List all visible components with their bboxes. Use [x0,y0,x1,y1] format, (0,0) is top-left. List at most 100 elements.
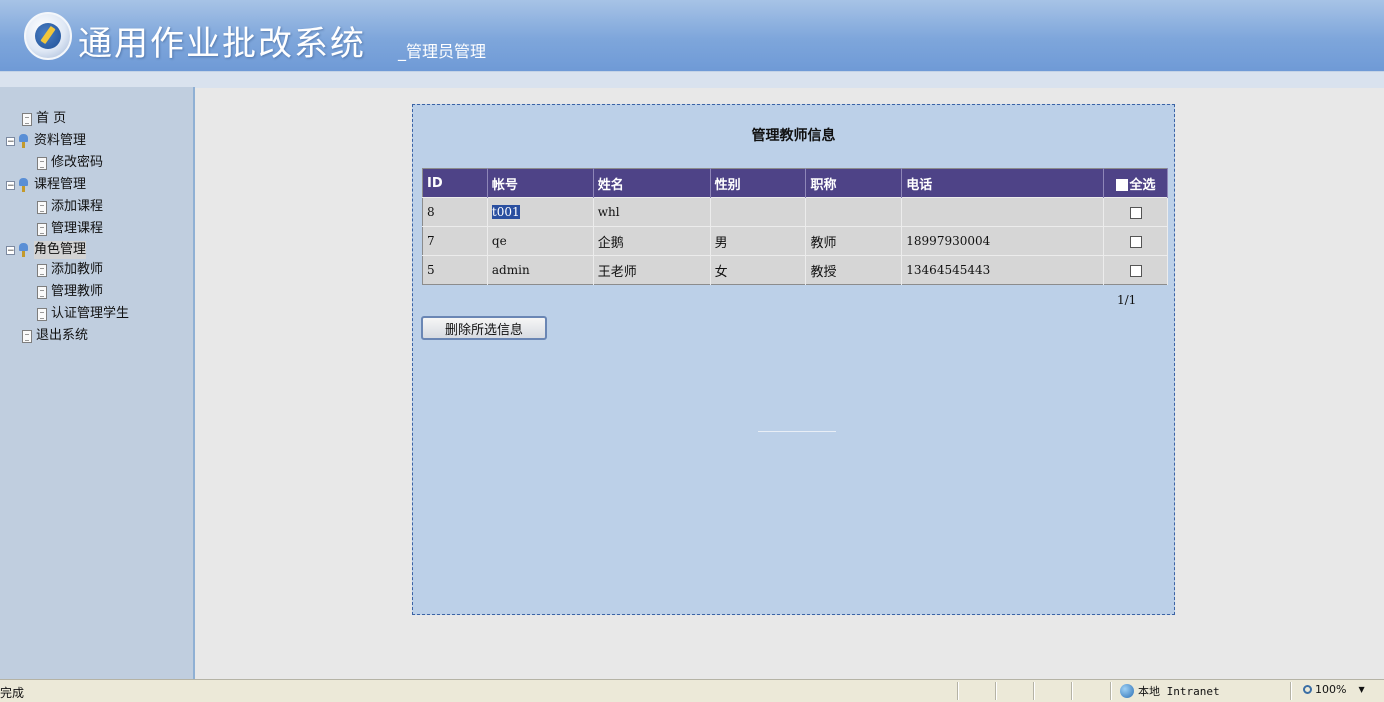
globe-icon [1120,684,1134,698]
divider [758,431,836,432]
sidebar-item-manage-teachers[interactable]: 管理教师 [37,283,103,301]
cell-phone [901,197,1105,227]
page-icon [37,263,47,277]
page-icon [37,222,47,236]
cell-title: 教授 [805,255,903,285]
sidebar-item-profile-management[interactable]: − 资料管理 [6,132,86,150]
column-header-name: 姓名 [593,168,711,198]
cell-id: 7 [422,226,488,256]
sidebar-item-add-course[interactable]: 添加课程 [37,198,103,216]
table-row: 5 admin 王老师 女 教授 13464545443 [422,255,1168,285]
cell-phone: 13464545443 [901,255,1105,285]
page-icon [37,156,47,170]
select-all-header[interactable]: 全选 [1103,168,1168,198]
sidebar-item-manage-courses[interactable]: 管理课程 [37,220,103,238]
table-header-row: ID 帐号 姓名 性别 职称 电话 全选 [422,168,1168,198]
sidebar-item-course-management[interactable]: − 课程管理 [6,176,86,194]
divider [1033,682,1034,700]
divider [995,682,996,700]
sidebar-item-label: 管理教师 [51,284,104,299]
row-checkbox[interactable] [1129,235,1142,248]
row-checkbox[interactable] [1129,206,1142,219]
column-header-id: ID [422,168,488,198]
folder-icon [18,243,30,257]
cell-title: 教师 [805,226,903,256]
sidebar-item-label: 课程管理 [34,177,87,192]
cell-gender: 女 [710,255,807,285]
zoom-control[interactable]: 100% ▼ [1303,683,1365,696]
cell-gender: 男 [710,226,807,256]
sidebar-item-home[interactable]: 首 页 [22,110,66,128]
browser-status-bar: 完成 本地 Intranet 100% ▼ [0,679,1384,702]
page-icon [37,285,47,299]
sidebar-item-label: 添加课程 [51,199,104,214]
sidebar-item-label: 认证管理学生 [51,306,130,321]
column-header-phone: 电话 [901,168,1105,198]
sidebar-item-label: 资料管理 [34,133,87,148]
cell-phone: 18997930004 [901,226,1105,256]
app-header: 通用作业批改系统 _管理员管理 [0,0,1384,71]
sidebar-item-label: 添加教师 [51,262,104,277]
column-header-title: 职称 [805,168,903,198]
app-title: 通用作业批改系统 [78,24,366,64]
cell-select [1103,197,1168,227]
selected-account-text: t001 [491,205,520,219]
cell-select [1103,255,1168,285]
select-all-checkbox[interactable] [1115,179,1128,191]
status-text: 完成 [0,686,25,700]
chevron-down-icon[interactable]: ▼ [1358,685,1364,694]
sidebar-item-add-teacher[interactable]: 添加教师 [37,261,103,279]
column-header-account: 帐号 [487,168,594,198]
sidebar-item-change-password[interactable]: 修改密码 [37,154,103,172]
cell-id: 5 [422,255,488,285]
divider [1071,682,1072,700]
sidebar-item-role-management[interactable]: − 角色管理 [6,241,87,259]
table-row: 8 t001 whl [422,197,1168,227]
page-icon [22,112,32,126]
collapse-icon[interactable]: − [6,180,15,190]
cell-name: 王老师 [593,255,711,285]
divider [1290,682,1291,700]
app-logo-icon [24,12,72,60]
sidebar-item-label: 管理课程 [51,221,104,236]
security-zone[interactable]: 本地 Intranet [1120,683,1220,699]
cell-account: t001 [487,197,594,227]
sidebar-nav: 首 页 − 资料管理 修改密码 − 课程管理 添加课程 管理课程 − 角色管理 … [0,87,195,679]
cell-gender [710,197,807,227]
folder-icon [18,178,30,192]
sidebar-item-label: 角色管理 [34,241,87,259]
zone-label: 本地 Intranet [1138,685,1220,698]
sidebar-item-logout[interactable]: 退出系统 [22,327,88,345]
cell-name: whl [593,197,711,227]
collapse-icon[interactable]: − [6,136,15,146]
divider [1110,682,1111,700]
cell-title [805,197,903,227]
magnifier-icon [1303,685,1312,694]
sidebar-item-label: 首 页 [36,111,67,126]
cell-account: qe [487,226,594,256]
table-row: 7 qe 企鹅 男 教师 18997930004 [422,226,1168,256]
sidebar-item-label: 修改密码 [51,155,104,170]
cell-id: 8 [422,197,488,227]
row-checkbox[interactable] [1129,264,1142,277]
collapse-icon[interactable]: − [6,245,15,255]
page-title: 管理教师信息 [751,128,836,144]
page-icon [22,329,32,343]
cell-account: admin [487,255,594,285]
sidebar-item-certify-students[interactable]: 认证管理学生 [37,305,129,323]
page-icon [37,307,47,321]
delete-selected-button[interactable]: 删除所选信息 [421,316,547,340]
folder-icon [18,134,30,148]
app-subtitle: _管理员管理 [398,42,487,61]
cell-name: 企鹅 [593,226,711,256]
header-divider [0,71,1384,88]
cell-select [1103,226,1168,256]
select-all-label: 全选 [1129,177,1156,193]
column-header-gender: 性别 [710,168,807,198]
page-icon [37,200,47,214]
divider [957,682,958,700]
pagination-indicator: 1/1 [1117,293,1137,307]
teacher-management-panel: 管理教师信息 ID 帐号 姓名 性别 职称 电话 全选 8 t001 whl 7… [412,104,1175,615]
zoom-level: 100% [1315,683,1347,696]
sidebar-item-label: 退出系统 [36,328,89,343]
